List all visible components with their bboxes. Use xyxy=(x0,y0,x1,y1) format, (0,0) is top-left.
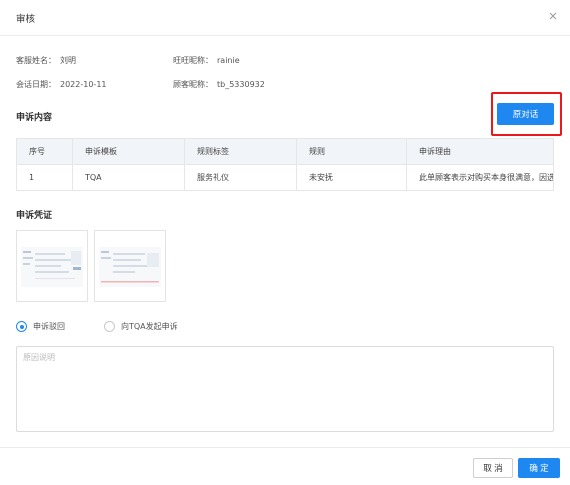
table-header-rule: 规则 xyxy=(296,139,406,165)
reason-textarea[interactable] xyxy=(16,346,554,432)
wangwang-label: 旺旺昵称： xyxy=(173,56,213,65)
table-cell-rule: 未安抚 xyxy=(296,165,406,191)
table-header-reason: 申诉理由 xyxy=(406,139,554,165)
radio-unchecked-icon xyxy=(104,321,115,332)
table-header-rule-tag: 规则标签 xyxy=(184,139,296,165)
table-cell-reason: 此单顾客表示对购买本身很满意，因选购 xyxy=(406,165,554,191)
confirm-button[interactable]: 确 定 xyxy=(518,458,560,478)
appeal-table: 序号 申诉模板 规则标签 规则 申诉理由 1 TQA 服务礼仪 未安抚 此单顾客… xyxy=(16,138,554,191)
radio-appeal-tqa-label: 向TQA发起申诉 xyxy=(121,322,178,331)
evidence-thumbnail[interactable] xyxy=(16,230,88,302)
dialog-header: 审核 xyxy=(0,0,570,36)
customer-service-value: 刘明 xyxy=(60,56,76,65)
session-date-label: 会话日期： xyxy=(16,80,56,89)
audit-dialog: 审核 客服姓名： 刘明 旺旺昵称： rainie 会话日期： 2022-10-11 顾… xyxy=(0,0,570,485)
table-cell-template: TQA xyxy=(72,165,184,191)
cancel-button[interactable]: 取 消 xyxy=(473,458,513,478)
customer-nick-label: 顾客昵称： xyxy=(173,80,213,89)
appeal-evidence-title: 申诉凭证 xyxy=(16,211,53,221)
dialog-title: 审核 xyxy=(16,14,36,25)
table-row: 1 TQA 服务礼仪 未安抚 此单顾客表示对购买本身很满意，因选购 xyxy=(16,165,554,191)
table-header-index: 序号 xyxy=(16,139,72,165)
customer-service-label: 客服姓名： xyxy=(16,56,56,65)
wangwang-value: rainie xyxy=(217,56,240,65)
appeal-content-title: 申诉内容 xyxy=(16,113,53,123)
screenshot-thumbnail-icon xyxy=(21,247,83,287)
table-header-row: 序号 申诉模板 规则标签 规则 申诉理由 xyxy=(16,139,554,165)
session-date-field: 会话日期： 2022-10-11 xyxy=(16,79,107,90)
session-date-value: 2022-10-11 xyxy=(60,80,107,89)
customer-service-field: 客服姓名： 刘明 xyxy=(16,55,76,66)
customer-nick-value: tb_5330932 xyxy=(217,80,265,89)
wangwang-field: 旺旺昵称： rainie xyxy=(173,55,240,66)
table-header-template: 申诉模板 xyxy=(72,139,184,165)
radio-reject-label: 申诉驳回 xyxy=(33,322,65,331)
radio-checked-icon xyxy=(16,321,27,332)
customer-nick-field: 顾客昵称： tb_5330932 xyxy=(173,79,265,90)
table-cell-index: 1 xyxy=(16,165,72,191)
table-cell-rule-tag: 服务礼仪 xyxy=(184,165,296,191)
screenshot-thumbnail-icon xyxy=(99,247,161,287)
evidence-thumbnail[interactable] xyxy=(94,230,166,302)
original-dialog-button[interactable]: 原对话 xyxy=(497,103,554,125)
close-icon[interactable] xyxy=(547,10,559,22)
